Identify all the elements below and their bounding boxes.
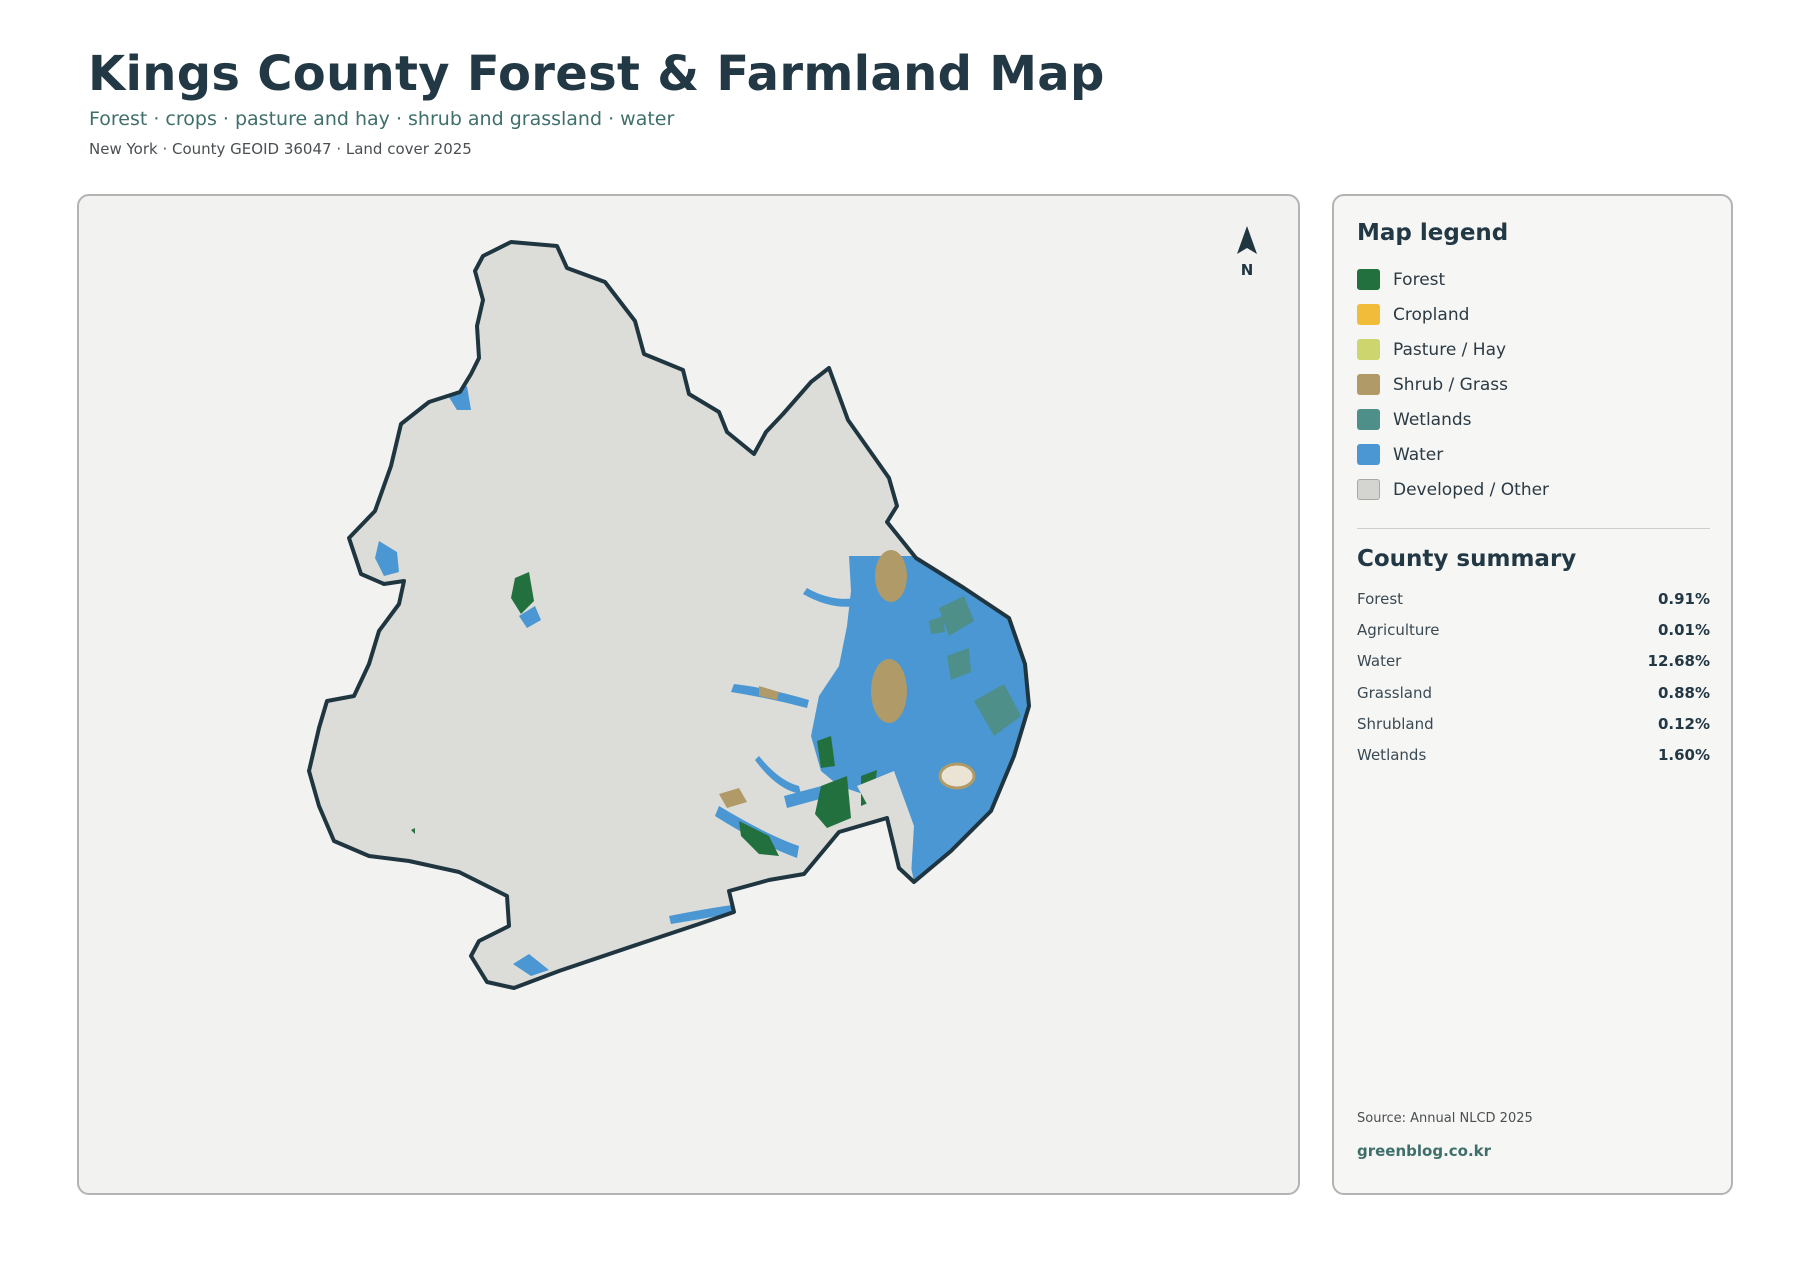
forest-swatch: [1357, 269, 1380, 290]
legend-heading: Map legend: [1357, 220, 1509, 246]
legend-item-developed: Developed / Other: [1357, 472, 1697, 507]
legend-label: Wetlands: [1393, 409, 1472, 430]
summary-row-shrubland: Shrubland 0.12%: [1357, 708, 1710, 739]
site-link[interactable]: greenblog.co.kr: [1357, 1142, 1491, 1160]
summary-value: 0.12%: [1657, 714, 1710, 733]
legend-item-pasture: Pasture / Hay: [1357, 332, 1697, 367]
summary-value: 1.60%: [1657, 746, 1710, 765]
forest-patch: [859, 858, 889, 882]
divider: [1357, 528, 1710, 529]
summary-value: 0.88%: [1657, 683, 1710, 702]
summary-row-water: Water 12.68%: [1357, 646, 1710, 677]
legend-item-forest: Forest: [1357, 262, 1697, 297]
summary-value: 0.91%: [1657, 589, 1710, 608]
legend-label: Water: [1393, 444, 1444, 465]
summary-name: Grassland: [1357, 683, 1432, 702]
summary-name: Forest: [1357, 589, 1404, 608]
marsh-island: [871, 659, 907, 723]
summary-name: Shrubland: [1357, 714, 1434, 733]
side-panel: Map legend Forest Cropland Pasture / Hay…: [1332, 194, 1733, 1195]
summary-row-agriculture: Agriculture 0.01%: [1357, 614, 1710, 645]
cropland-swatch: [1357, 304, 1380, 325]
legend-label: Pasture / Hay: [1393, 339, 1507, 360]
page-subtitle: Forest · crops · pasture and hay · shrub…: [89, 108, 675, 130]
summary-value: 12.68%: [1647, 652, 1710, 671]
wetlands-swatch: [1357, 409, 1380, 430]
legend-item-cropland: Cropland: [1357, 297, 1697, 332]
page-meta: New York · County GEOID 36047 · Land cov…: [89, 140, 472, 158]
summary-name: Water: [1357, 652, 1402, 671]
north-arrow-icon: [1237, 226, 1257, 254]
page-title: Kings County Forest & Farmland Map: [88, 46, 1105, 102]
summary-row-grassland: Grassland 0.88%: [1357, 677, 1710, 708]
legend-item-water: Water: [1357, 437, 1697, 472]
legend-list: Forest Cropland Pasture / Hay Shrub / Gr…: [1357, 262, 1697, 507]
map-panel[interactable]: N: [77, 194, 1300, 1195]
legend-label: Forest: [1393, 269, 1446, 290]
summary-value: 0.01%: [1657, 620, 1710, 639]
pasture-swatch: [1357, 339, 1380, 360]
shrub-swatch: [1357, 374, 1380, 395]
legend-item-wetlands: Wetlands: [1357, 402, 1697, 437]
developed-swatch: [1357, 479, 1380, 500]
source-note: Source: Annual NLCD 2025: [1357, 1111, 1533, 1126]
summary-row-forest: Forest 0.91%: [1357, 583, 1710, 614]
legend-item-shrub: Shrub / Grass: [1357, 367, 1697, 402]
summary-name: Agriculture: [1357, 620, 1440, 639]
north-label: N: [1241, 261, 1254, 279]
water-swatch: [1357, 444, 1380, 465]
legend-label: Developed / Other: [1393, 479, 1550, 500]
county-map[interactable]: N: [79, 196, 1300, 1195]
legend-label: Cropland: [1393, 304, 1470, 325]
summary-name: Wetlands: [1357, 746, 1427, 765]
summary-table: Forest 0.91% Agriculture 0.01% Water 12.…: [1357, 583, 1710, 771]
summary-row-wetlands: Wetlands 1.60%: [1357, 739, 1710, 770]
marsh-island: [875, 550, 907, 602]
legend-label: Shrub / Grass: [1393, 374, 1508, 395]
summary-heading: County summary: [1357, 546, 1577, 572]
